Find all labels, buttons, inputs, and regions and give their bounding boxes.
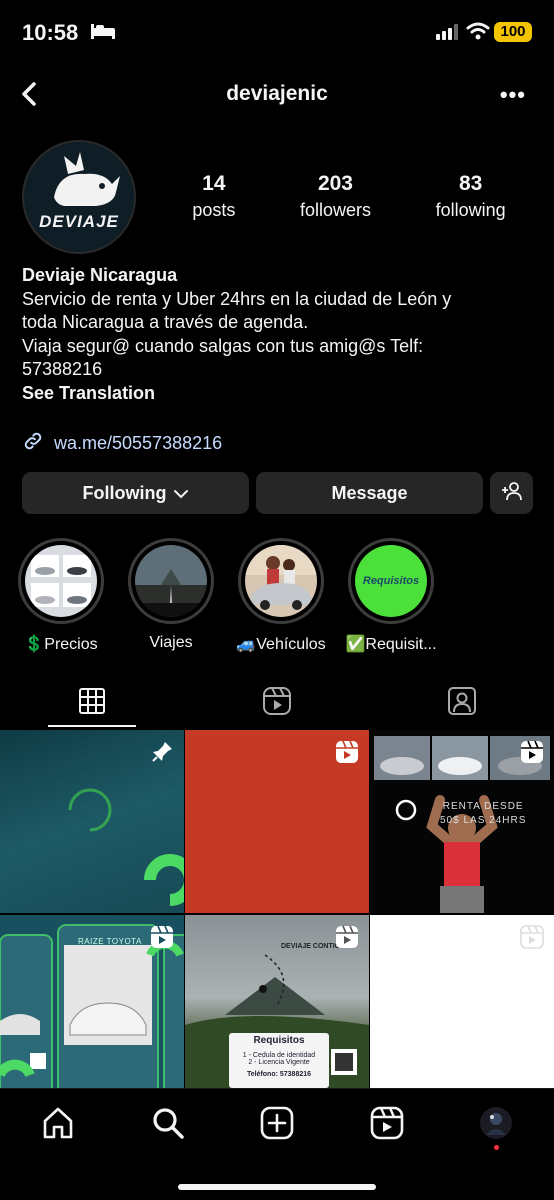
- reel-icon: [335, 740, 359, 769]
- pinned-icon: [152, 740, 174, 767]
- posts-count: 14: [202, 172, 226, 195]
- following-button[interactable]: Following: [22, 472, 249, 514]
- bio-line: Viaja segur@ cuando salgas con tus amig@…: [22, 335, 424, 356]
- story-highlights: 💲Precios Viajes 🚙Vehículos Requisitos ✅R…: [0, 538, 554, 658]
- highlight-cover: [245, 545, 317, 617]
- post-caption-overlay: RENTA DESDE 50$ LAS 24HRS: [440, 801, 527, 826]
- highlight-label: 🚙Vehículos: [236, 636, 326, 653]
- post-caption-overlay: RAIZE TOYOTA: [78, 937, 142, 946]
- see-translation-link[interactable]: See Translation: [22, 382, 536, 406]
- post-thumbnail[interactable]: [370, 915, 554, 1098]
- website-link-text: wa.me/50557388216: [54, 433, 223, 453]
- message-button[interactable]: Message: [256, 472, 483, 514]
- reels-icon: [262, 686, 292, 721]
- suggested-users-button[interactable]: [490, 472, 533, 514]
- highlight-cover: [135, 545, 207, 617]
- status-bar: 10:58 100: [0, 0, 554, 66]
- wifi-icon: [466, 22, 490, 45]
- notification-dot: [494, 1145, 499, 1150]
- tagged-icon: [447, 686, 477, 721]
- following-label: following: [435, 200, 506, 220]
- highlight-cover: [25, 545, 97, 617]
- highlight-precios[interactable]: 💲Precios: [6, 538, 116, 654]
- reel-icon: [520, 740, 544, 769]
- active-tab-indicator: [48, 725, 136, 727]
- highlight-requisitos[interactable]: Requisitos ✅Requisit...: [336, 538, 446, 654]
- tab-posts-grid[interactable]: [0, 678, 184, 728]
- stat-following[interactable]: 83 following: [436, 172, 506, 221]
- highlight-label: ✅Requisit...: [345, 636, 437, 653]
- highlight-cover: Requisitos: [355, 545, 427, 617]
- profile-header: deviajenic •••: [0, 70, 554, 120]
- post-requirements-card: Requisitos 1 - Cedula de identidad 2 - L…: [242, 1035, 316, 1078]
- posts-grid: RENTA DESDE 50$ LAS 24HRS RAIZE TOYOTA D…: [0, 730, 554, 1098]
- link-icon: [22, 430, 44, 457]
- profile-bio: Deviaje Nicaragua Servicio de renta y Ub…: [22, 264, 536, 405]
- followers-label: followers: [299, 200, 371, 220]
- add-person-icon: [501, 481, 523, 506]
- profile-tabs: [0, 678, 554, 728]
- highlight-vehiculos[interactable]: 🚙Vehículos: [226, 538, 336, 654]
- bio-line: Servicio de renta y Uber 24hrs en la ciu…: [22, 288, 452, 309]
- bio-line: toda Nicaragua a través de agenda.: [22, 312, 309, 332]
- post-thumbnail[interactable]: [0, 730, 184, 913]
- signal-icon: [436, 24, 460, 45]
- post-thumbnail[interactable]: [185, 730, 369, 913]
- highlight-cover-text: Requisitos: [362, 575, 420, 587]
- battery-indicator: 100: [494, 22, 532, 42]
- following-button-label: Following: [82, 482, 167, 503]
- search-icon[interactable]: [150, 1105, 186, 1141]
- profile-stats: 14 posts 203 followers 83 following: [160, 172, 538, 221]
- stat-posts[interactable]: 14 posts: [192, 172, 235, 221]
- post-thumbnail[interactable]: RAIZE TOYOTA: [0, 915, 184, 1098]
- post-thumbnail[interactable]: DEVIAJE CONTIGO Requisitos 1 - Cedula de…: [185, 915, 369, 1098]
- highlight-label: Viajes: [149, 634, 193, 651]
- reels-nav-icon[interactable]: [369, 1105, 405, 1141]
- highlight-viajes[interactable]: Viajes: [116, 538, 226, 652]
- avatar[interactable]: DEVIAJE: [22, 140, 136, 254]
- stat-followers[interactable]: 203 followers: [300, 172, 371, 221]
- post-thumbnail[interactable]: RENTA DESDE 50$ LAS 24HRS: [370, 730, 554, 913]
- message-button-label: Message: [331, 482, 408, 503]
- more-options-icon[interactable]: •••: [500, 82, 526, 108]
- grid-icon: [78, 687, 106, 720]
- website-link[interactable]: wa.me/50557388216: [22, 430, 222, 457]
- posts-label: posts: [192, 200, 236, 220]
- profile-username: deviajenic: [226, 82, 328, 105]
- reel-icon: [150, 925, 174, 954]
- home-icon[interactable]: [40, 1105, 76, 1141]
- tab-tagged[interactable]: [370, 678, 554, 728]
- chevron-down-icon: [174, 483, 189, 504]
- status-time: 10:58: [22, 20, 79, 45]
- home-indicator: [178, 1184, 376, 1190]
- create-post-icon[interactable]: [259, 1105, 295, 1141]
- highlight-label: 💲Precios: [24, 636, 98, 653]
- reel-icon: [520, 925, 544, 954]
- bio-line: 57388216: [22, 359, 103, 379]
- display-name: Deviaje Nicaragua: [22, 265, 178, 285]
- following-count: 83: [458, 172, 483, 195]
- sleep-icon: [90, 22, 116, 45]
- avatar-logo-text: DEVIAJE: [39, 212, 119, 231]
- reel-icon: [335, 925, 359, 954]
- followers-count: 203: [317, 172, 353, 195]
- profile-avatar-icon[interactable]: [478, 1105, 514, 1150]
- tab-reels[interactable]: [185, 678, 369, 728]
